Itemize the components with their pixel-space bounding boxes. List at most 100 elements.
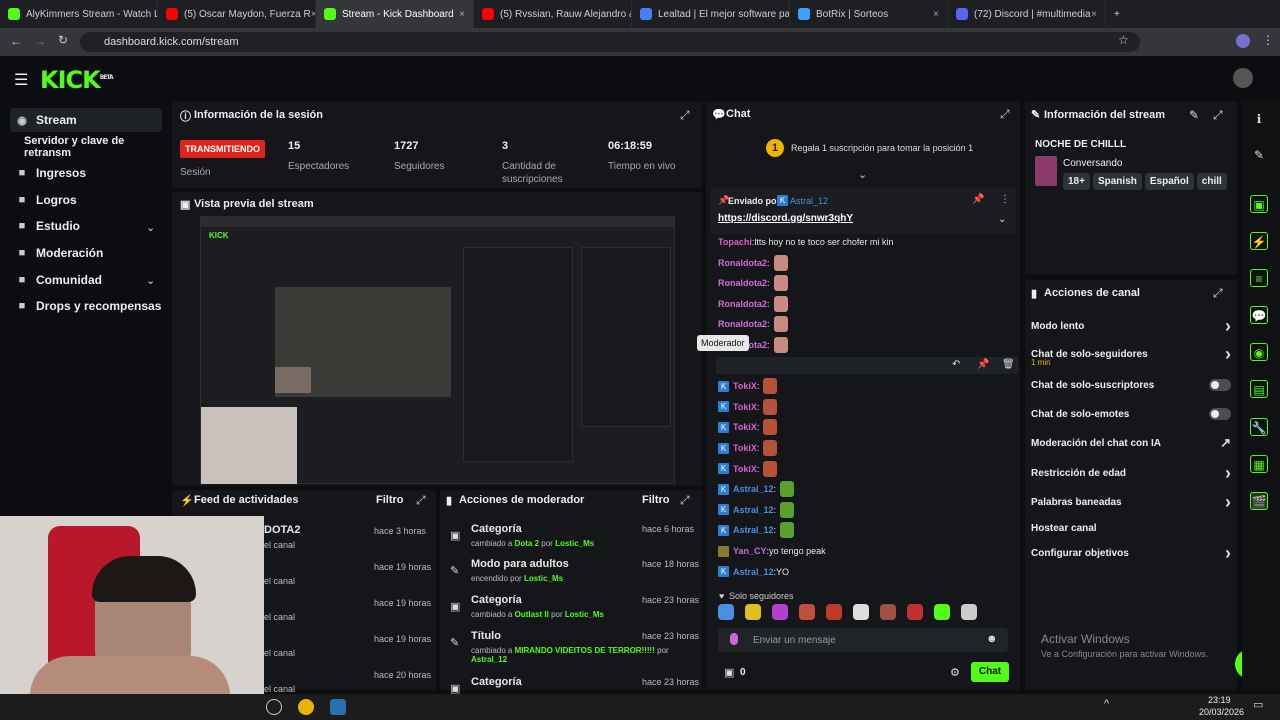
channel-action-chat-de-solo-seguidores[interactable]: Chat de solo-seguidores › — [1031, 344, 1231, 365]
chat-username[interactable]: Yan_CY — [733, 546, 767, 556]
points-icon[interactable]: ▣ — [724, 666, 734, 679]
browser-tab[interactable]: (72) Discord | #multimedia × — [948, 0, 1106, 28]
list-icon[interactable]: ≡ — [1250, 269, 1268, 287]
sidebar-item-estudio[interactable]: ■ Estudio — [10, 214, 162, 238]
chat-username[interactable]: TokiX — [733, 464, 757, 474]
collapse-chevron-icon[interactable]: ⌄ — [858, 168, 867, 181]
tab-close-icon[interactable]: × — [1091, 9, 1097, 20]
undo-icon[interactable]: ↶ — [952, 359, 960, 370]
notifications-icon[interactable]: ▭ — [1253, 698, 1263, 711]
stream-tag[interactable]: Español — [1144, 173, 1194, 190]
channel-action-restricci-n-de-edad[interactable]: Restricción de edad › — [1031, 463, 1231, 484]
sidebar-item-stream[interactable]: ◉ Stream — [10, 108, 162, 132]
back-icon[interactable]: ← — [10, 34, 22, 48]
browser-tab[interactable]: Stream - Kick Dashboard × — [316, 0, 474, 28]
sidebar-item-logros[interactable]: ■ Logros — [10, 188, 162, 212]
stream-tag[interactable]: 18+ — [1063, 173, 1090, 190]
layers-icon[interactable]: ▤ — [1250, 380, 1268, 398]
emote-option-icon[interactable] — [826, 604, 842, 620]
expand-icon[interactable]: ⤢ — [680, 108, 690, 123]
detail-user[interactable]: Lostic_Ms — [524, 574, 563, 583]
browser-tab[interactable]: (5) Rvssian, Rauw Alejandro & C× — [474, 0, 632, 28]
chevron-right-icon[interactable]: › — [1225, 316, 1231, 337]
emote-option-icon[interactable] — [934, 604, 950, 620]
sub-gift-promo[interactable]: Regala 1 suscripción para tomar la posic… — [791, 143, 973, 153]
toggle-switch[interactable] — [1209, 379, 1231, 391]
sidebar-item-servidor[interactable]: Servidor y clave de retransm — [20, 135, 172, 159]
clock-time[interactable]: 23:19 — [1208, 695, 1231, 705]
emote-option-icon[interactable] — [745, 604, 761, 620]
edit-icon[interactable]: ✎ — [1189, 108, 1199, 122]
estudio-chevron-icon[interactable]: ⌄ — [146, 221, 155, 234]
emote-option-icon[interactable] — [961, 604, 977, 620]
mod-filter-button[interactable]: Filtro — [642, 494, 670, 506]
chat-username[interactable]: Astral_12 — [733, 525, 774, 535]
channel-action-modo-lento[interactable]: Modo lento › — [1031, 316, 1231, 337]
browser-tab[interactable]: (5) Oscar Maydon, Fuerza R × — [158, 0, 316, 28]
detail-user[interactable]: Astral_12 — [471, 655, 507, 664]
stream-tag[interactable]: Spanish — [1092, 173, 1142, 190]
hamburger-menu-icon[interactable]: ☰ — [14, 70, 28, 90]
profile-avatar[interactable] — [1236, 34, 1250, 48]
chat-settings-icon[interactable]: ⚙ — [950, 666, 960, 679]
chevron-right-icon[interactable]: › — [1225, 344, 1231, 365]
chat-input[interactable]: Enviar un mensaje ☻ — [718, 628, 1008, 652]
emote-option-icon[interactable] — [880, 604, 896, 620]
browser-tab[interactable]: AlyKimmers Stream - Watch Li× — [0, 0, 158, 28]
emote-option-icon[interactable] — [853, 604, 869, 620]
chat-username[interactable]: Ronaldota2 — [718, 258, 767, 268]
chrome-icon[interactable] — [298, 699, 314, 715]
comunidad-chevron-icon[interactable]: ⌄ — [146, 274, 155, 287]
widget-icon[interactable]: ▣ — [1250, 195, 1268, 213]
chat-username[interactable]: Ronaldota2 — [718, 319, 767, 329]
chat-username[interactable]: TokiX — [733, 422, 757, 432]
tools-icon[interactable]: 🔧 — [1250, 418, 1268, 436]
stream-tag[interactable]: chill — [1196, 173, 1227, 190]
stats-icon[interactable]: ▦ — [1250, 455, 1268, 473]
channel-actions-expand-icon[interactable]: ⤢ — [1213, 286, 1223, 301]
browser-tab[interactable]: Lealtad | El mejor software par× — [632, 0, 790, 28]
new-tab-button[interactable]: + — [1106, 0, 1136, 28]
chat-username[interactable]: Ronaldota2 — [718, 299, 767, 309]
chat-identity-icon[interactable] — [730, 633, 738, 645]
sidebar-item-drops[interactable]: ■ Drops y recompensas — [10, 294, 162, 318]
delete-message-icon[interactable]: 🗑 — [1002, 359, 1015, 370]
pinned-user[interactable]: Astral_12 — [790, 196, 828, 206]
forward-icon[interactable]: → — [34, 34, 46, 48]
unpin-icon[interactable]: 📌 — [972, 194, 984, 205]
channel-action-moderaci-n-del-chat-con-ia[interactable]: Moderación del chat con IA ↗ — [1031, 434, 1231, 452]
channel-action-palabras-baneadas[interactable]: Palabras baneadas › — [1031, 492, 1231, 512]
sidebar-item-comunidad[interactable]: ■ Comunidad — [10, 268, 162, 292]
kick-logo[interactable]: KICKBETA — [40, 66, 114, 94]
channel-action-hostear-canal[interactable]: Hostear canal — [1031, 519, 1231, 537]
chevron-right-icon[interactable]: › — [1225, 463, 1231, 484]
clock-date[interactable]: 20/03/2026 — [1199, 707, 1244, 717]
chat-expand-icon[interactable]: ⤢ — [1000, 107, 1010, 122]
mod-expand-icon[interactable]: ⤢ — [680, 493, 690, 508]
bolt-icon[interactable]: ⚡ — [1250, 232, 1268, 250]
info-icon[interactable]: ℹ — [1250, 110, 1268, 128]
pin-message-icon[interactable]: 📌 — [977, 359, 989, 370]
tray-chevron-icon[interactable]: ^ — [1104, 698, 1109, 710]
stream-info-expand-icon[interactable]: ⤢ — [1213, 108, 1223, 123]
pinned-menu-icon[interactable]: ⋮ — [1000, 194, 1010, 205]
sidebar-item-ingresos[interactable]: ■ Ingresos — [10, 161, 162, 185]
browser-tab[interactable]: BotRix | Sorteos × — [790, 0, 948, 28]
external-link-icon[interactable]: ↗ — [1220, 435, 1231, 451]
feed-filter-button[interactable]: Filtro — [376, 494, 404, 506]
browser-menu-icon[interactable]: ⋮ — [1262, 33, 1274, 47]
feed-expand-icon[interactable]: ⤢ — [416, 493, 426, 508]
stream-preview-video[interactable]: KICK — [200, 216, 675, 484]
chat-username[interactable]: TokiX — [733, 443, 757, 453]
tab-close-icon[interactable]: × — [459, 9, 465, 20]
pencil-icon[interactable]: ✎ — [1250, 146, 1268, 164]
broadcast-icon[interactable]: ◉ — [1250, 343, 1268, 361]
reload-icon[interactable]: ↻ — [58, 33, 68, 47]
sidebar-item-moderación[interactable]: ■ Moderación — [10, 241, 162, 265]
chat-username[interactable]: Astral_12 — [733, 484, 774, 494]
toggle-switch[interactable] — [1209, 408, 1231, 420]
chat-username[interactable]: TokiX — [733, 402, 757, 412]
steam-icon[interactable] — [330, 699, 346, 715]
chat-username[interactable]: Astral_12 — [733, 567, 774, 577]
chat-username[interactable]: Astral_12 — [733, 505, 774, 515]
